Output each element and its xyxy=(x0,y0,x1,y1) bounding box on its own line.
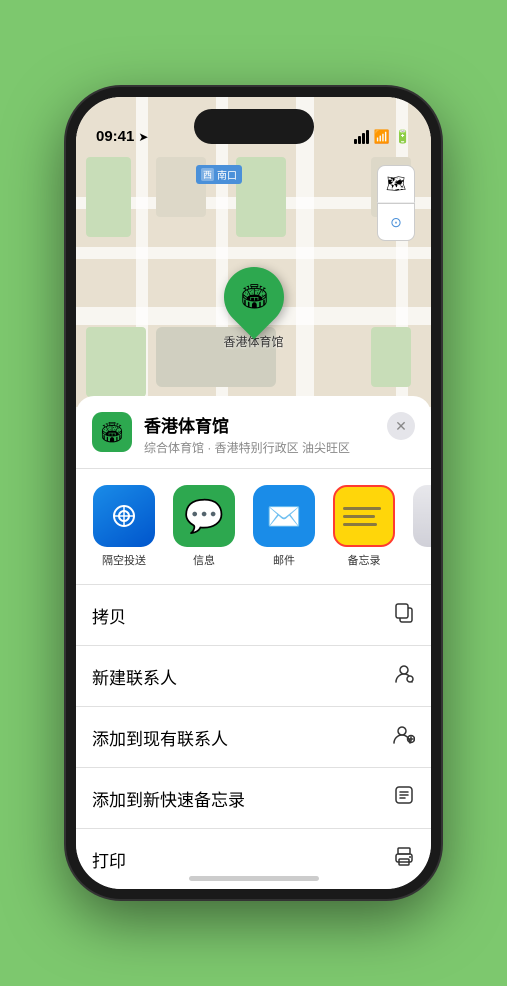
mail-label: 邮件 xyxy=(273,552,295,568)
person-add-icon xyxy=(393,723,415,751)
share-apps-row: 隔空投送 💬 信息 ✉️ 邮件 xyxy=(76,469,431,585)
close-icon: ✕ xyxy=(395,418,407,435)
share-app-mail[interactable]: ✉️ 邮件 xyxy=(248,485,320,568)
wifi-icon: 📶 xyxy=(374,129,390,145)
notes-line-2 xyxy=(343,515,375,518)
compass-icon: ⊙ xyxy=(390,214,402,231)
location-card-icon: 🏟 xyxy=(92,412,132,452)
stadium-pin: 🏟 xyxy=(211,255,296,340)
notes-label: 备忘录 xyxy=(348,552,381,568)
map-label: 西 南口 xyxy=(196,165,242,184)
map-label-text: 南口 xyxy=(217,167,237,182)
location-arrow-icon: ➤ xyxy=(138,130,148,144)
dynamic-island xyxy=(194,109,314,144)
bottom-sheet: 🏟 香港体育馆 综合体育馆 · 香港特别行政区 油尖旺区 ✕ xyxy=(76,396,431,889)
status-icons: 📶 🔋 xyxy=(354,129,411,145)
note-icon xyxy=(393,784,415,812)
stadium-marker: 🏟 香港体育馆 xyxy=(223,267,283,350)
airdrop-label: 隔空投送 xyxy=(102,552,146,568)
location-card: 🏟 香港体育馆 综合体育馆 · 香港特别行政区 油尖旺区 ✕ xyxy=(76,396,431,469)
map-type-button[interactable]: 🗺 xyxy=(377,165,415,203)
signal-bars-icon xyxy=(354,130,369,144)
notes-icon xyxy=(333,485,395,547)
stadium-pin-icon: 🏟 xyxy=(238,283,268,312)
add-existing-label: 添加到现有联系人 xyxy=(92,725,228,750)
share-app-messages[interactable]: 💬 信息 xyxy=(168,485,240,568)
print-icon xyxy=(393,845,415,873)
share-app-more[interactable]: 更多 xyxy=(408,485,431,568)
copy-label: 拷贝 xyxy=(92,603,126,628)
more-icon xyxy=(413,485,431,547)
home-indicator xyxy=(189,876,319,881)
close-button[interactable]: ✕ xyxy=(387,412,415,440)
status-time: 09:41 xyxy=(96,128,134,145)
action-quick-note[interactable]: 添加到新快速备忘录 xyxy=(76,768,431,829)
action-list: 拷贝 新建联系人 xyxy=(76,585,431,889)
copy-icon xyxy=(393,601,415,629)
quick-note-label: 添加到新快速备忘录 xyxy=(92,786,245,811)
action-copy[interactable]: 拷贝 xyxy=(76,585,431,646)
share-app-airdrop[interactable]: 隔空投送 xyxy=(88,485,160,568)
notes-icon-lines xyxy=(335,501,393,532)
notes-line-1 xyxy=(343,507,381,510)
messages-icon: 💬 xyxy=(173,485,235,547)
person-icon xyxy=(393,662,415,690)
phone-frame: 09:41 ➤ 📶 🔋 xyxy=(66,87,441,899)
action-add-existing[interactable]: 添加到现有联系人 xyxy=(76,707,431,768)
stadium-card-icon: 🏟 xyxy=(99,420,124,445)
battery-icon: 🔋 xyxy=(395,129,411,145)
notes-line-3 xyxy=(343,523,377,526)
action-new-contact[interactable]: 新建联系人 xyxy=(76,646,431,707)
map-icon: 🗺 xyxy=(386,174,406,194)
map-controls: 🗺 ⊙ xyxy=(377,165,415,241)
new-contact-label: 新建联系人 xyxy=(92,664,177,689)
airdrop-icon xyxy=(93,485,155,547)
mail-icon: ✉️ xyxy=(253,485,315,547)
location-info: 香港体育馆 综合体育馆 · 香港特别行政区 油尖旺区 xyxy=(144,412,375,456)
location-subtitle: 综合体育馆 · 香港特别行政区 油尖旺区 xyxy=(144,439,375,456)
messages-label: 信息 xyxy=(193,552,215,568)
share-app-notes[interactable]: 备忘录 xyxy=(328,485,400,568)
print-label: 打印 xyxy=(92,847,126,872)
location-name: 香港体育馆 xyxy=(144,412,375,437)
location-button[interactable]: ⊙ xyxy=(377,203,415,241)
